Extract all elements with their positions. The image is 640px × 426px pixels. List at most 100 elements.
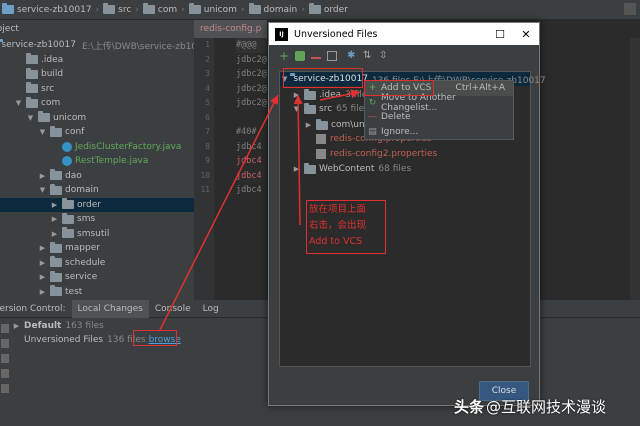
chevron-down-icon[interactable]: ▼ — [38, 186, 47, 194]
ignore-icon[interactable] — [327, 51, 337, 61]
chevron-right-icon[interactable]: ▶ — [38, 172, 47, 180]
properties-file-icon — [316, 149, 326, 159]
code-line: jdbc4 — [236, 141, 262, 152]
folder-icon — [62, 227, 74, 239]
tree-row-label: smsutil — [77, 228, 110, 239]
chevron-right-icon[interactable]: ▶ — [38, 273, 47, 281]
rollback-icon[interactable] — [1, 354, 9, 363]
collapse-all-icon[interactable]: ⇳ — [379, 51, 389, 61]
chevron-right-icon[interactable]: ▶ — [12, 322, 21, 330]
code-line: #40# — [236, 127, 257, 137]
tab-log[interactable]: Log — [197, 300, 225, 318]
tree-row[interactable]: ▼ unicom — [0, 111, 194, 126]
tree-node-webcontent[interactable]: ▶ WebContent 68 files — [292, 162, 411, 176]
code-area[interactable]: #@@@ jdbc2@ jdbc2@ jdbc2@ jdbc2@ #40# jdbc4 jdb… — [236, 38, 267, 198]
chevron-right-icon[interactable]: ▶ — [50, 215, 59, 223]
refresh-icon[interactable] — [1, 324, 9, 333]
delete-icon[interactable] — [311, 57, 321, 59]
tree-row-label: RestTemple.java — [75, 156, 149, 167]
menu-item-move-changelist[interactable]: ↻ Move to Another Changelist... — [365, 93, 513, 113]
add-vcs-icon[interactable] — [295, 51, 305, 61]
chevron-right-icon[interactable]: ▶ — [50, 201, 59, 209]
menu-item-ignore[interactable]: ▤ Ignore... — [365, 125, 513, 140]
folder-icon — [188, 3, 201, 14]
tree-row-label: unicom — [53, 112, 87, 123]
toolbar-right — [624, 3, 636, 15]
folder-icon — [2, 3, 14, 14]
breadcrumb-com[interactable]: com — [142, 3, 177, 15]
dialog-title-bar: IJ Unversioned Files ☐ ✕ — [269, 23, 539, 45]
tree-node-redis-config2[interactable]: redis-config2.properties — [316, 147, 437, 161]
expand-all-icon[interactable]: ⇅ — [363, 51, 373, 61]
tree-row[interactable]: ▶ order — [0, 197, 194, 212]
editor-tab[interactable]: redis-config.p — [194, 20, 268, 38]
line-gutter: 1 2 3 4 5 6 7 8 9 10 11 — [194, 38, 214, 300]
changelist-default[interactable]: ▶ Default 163 files — [12, 319, 104, 333]
tree-row-label: service-zb10017 — [1, 40, 76, 51]
add-icon[interactable]: + — [279, 50, 289, 62]
chevron-right-icon[interactable]: ▶ — [304, 121, 313, 129]
breadcrumb-unicom[interactable]: unicom — [188, 3, 237, 15]
menu-item-delete[interactable]: — Delete — [365, 110, 513, 125]
project-tree: ▼ service-zb10017 E:\上传\DWB\service-zb1001… — [0, 38, 194, 300]
line-number: 9 — [205, 156, 210, 165]
chevron-right-icon[interactable]: ▶ — [38, 288, 47, 296]
folder-icon — [50, 125, 62, 137]
tree-row[interactable]: ▶ dao — [0, 169, 194, 184]
line-number: 11 — [200, 185, 210, 194]
chevron-right-icon[interactable]: ▶ — [38, 259, 47, 267]
commit-icon[interactable] — [1, 339, 9, 348]
settings-icon[interactable] — [1, 384, 9, 393]
code-line: jdbc2@ — [236, 83, 267, 94]
diff-icon[interactable] — [1, 369, 9, 378]
folder-icon — [248, 3, 261, 14]
tree-node-idea[interactable]: ▶ .idea 3 files — [292, 88, 372, 102]
breadcrumb-project[interactable]: service-zb10017 — [2, 3, 92, 15]
breadcrumb-order[interactable]: order — [308, 3, 348, 15]
chevron-right-icon[interactable]: ▶ — [292, 91, 301, 99]
breadcrumb-src[interactable]: src — [103, 3, 131, 15]
chevron-right-icon[interactable]: ▶ — [292, 165, 301, 173]
folder-icon — [50, 270, 62, 282]
chevron-right-icon[interactable]: ▶ — [50, 230, 59, 238]
folder-icon — [103, 3, 116, 14]
gear-icon[interactable]: ✱ — [347, 51, 357, 61]
tree-row[interactable]: ▼ domain — [0, 183, 194, 198]
line-number: 3 — [205, 69, 210, 78]
tree-row[interactable]: ▶ sms — [0, 212, 194, 227]
line-number: 4 — [205, 83, 210, 93]
tree-row[interactable]: ▶ test — [0, 285, 194, 300]
code-line: jdbc4 — [236, 170, 262, 181]
tree-row[interactable]: src — [0, 82, 194, 97]
tree-row[interactable]: .idea — [0, 53, 194, 68]
chevron-down-icon[interactable]: ▼ — [26, 114, 35, 122]
chevron-down-icon[interactable]: ▼ — [38, 128, 47, 136]
project-path: E:\上传\DWB\service-zb10017 — [81, 41, 194, 52]
tree-node-src[interactable]: ▼ src 65 files — [292, 102, 369, 116]
chevron-down-icon[interactable]: ▼ — [14, 99, 23, 107]
tree-row[interactable]: JedisClusterFactory.java — [0, 140, 194, 155]
tree-row[interactable]: ▼ com — [0, 96, 194, 111]
tree-row[interactable]: ▶ schedule — [0, 256, 194, 271]
editor-scroll-strip — [630, 38, 640, 300]
chevron-right-icon[interactable]: ▶ — [38, 244, 47, 252]
structure-icon[interactable] — [624, 3, 636, 15]
breadcrumb-domain[interactable]: domain — [248, 3, 297, 15]
tab-console[interactable]: Console — [149, 300, 197, 318]
close-icon[interactable]: ✕ — [513, 23, 539, 45]
tree-row-label: order — [77, 199, 101, 210]
tree-row[interactable]: ▶ service — [0, 270, 194, 285]
code-line: jdbc2@ — [236, 69, 267, 79]
maximize-icon[interactable]: ☐ — [487, 23, 513, 45]
breadcrumb-separator: › — [240, 4, 245, 15]
code-line: jdbc2@ — [236, 98, 267, 108]
tree-row[interactable]: ▶ mapper — [0, 241, 194, 256]
tree-row[interactable]: ▼ conf — [0, 125, 194, 140]
tree-row[interactable]: ▼service-zb10017E:\上传\DWB\service-zb1001… — [0, 38, 194, 53]
tree-row[interactable]: build — [0, 67, 194, 82]
tree-row[interactable]: ▶ smsutil — [0, 227, 194, 242]
tree-row[interactable]: RestTemple.java — [0, 154, 194, 169]
tab-local-changes[interactable]: Local Changes — [71, 299, 149, 318]
tree-row-label: .idea — [41, 54, 64, 65]
chevron-down-icon[interactable]: ▼ — [292, 105, 301, 113]
